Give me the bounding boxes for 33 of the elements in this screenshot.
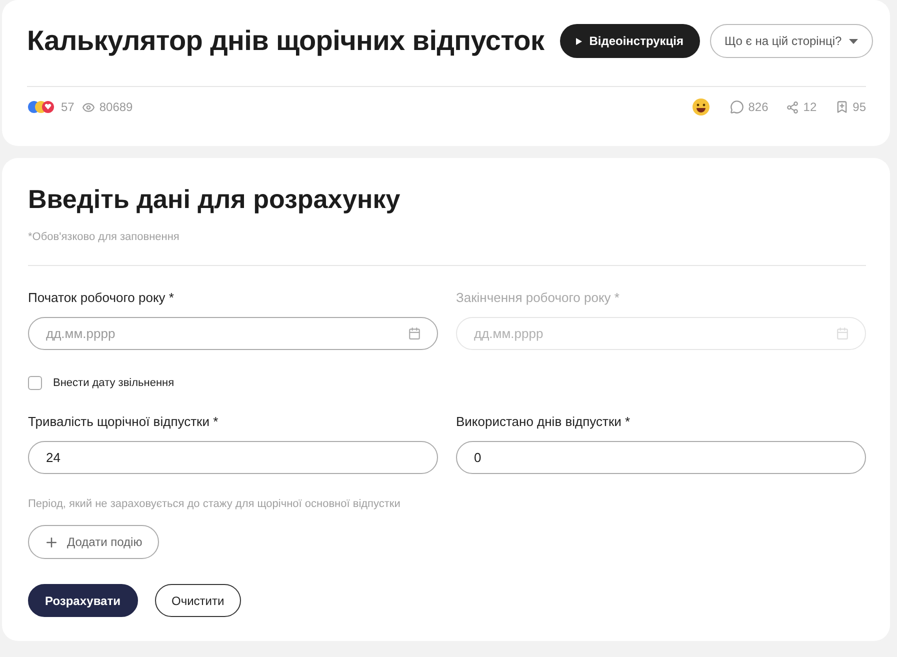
laughing-emoji-icon[interactable] <box>692 98 710 116</box>
page-title: Калькулятор днів щорічних відпусток <box>27 25 544 57</box>
caret-icon <box>848 38 858 44</box>
required-note: *Обов'язково для заповнення <box>28 231 180 243</box>
field-label: Закінчення робочого року * <box>456 290 620 305</box>
calendar-icon <box>408 327 421 340</box>
video-instruction-button[interactable]: Відеоінструкція <box>560 24 700 58</box>
bookmark-icon[interactable] <box>834 100 849 114</box>
play-icon <box>576 38 582 44</box>
calculate-button[interactable]: Розрахувати <box>28 584 138 617</box>
clear-button[interactable]: Очистити <box>154 584 242 617</box>
views-count: 80689 <box>99 100 133 114</box>
field-label: Початок робочого року * <box>28 290 175 305</box>
shares-count: 12 <box>803 100 817 114</box>
page-contents-button[interactable]: Що є на цій сторінці? <box>710 24 873 58</box>
reactions-icon <box>27 100 57 114</box>
bookmarks-count: 95 <box>852 100 866 114</box>
checkbox-label: Внести дату звільнення <box>53 377 174 389</box>
reactions-count: 57 <box>61 100 74 114</box>
comment-icon[interactable] <box>730 100 744 114</box>
share-icon[interactable] <box>786 100 800 114</box>
plus-icon <box>44 534 59 550</box>
number-field[interactable]: 0 <box>456 441 866 474</box>
field-label: Тривалість щорічної відпустки * <box>28 414 220 429</box>
calendar-icon <box>836 327 849 340</box>
number-field[interactable]: 24 <box>28 441 438 474</box>
period-note: Період, який не зараховується до стажу для щорічної основної відпустки <box>28 498 402 510</box>
field-label: Використано днів відпустки * <box>456 414 632 429</box>
checkbox[interactable] <box>28 376 42 390</box>
comments-count: 826 <box>748 100 768 114</box>
form-title: Введіть дані для розрахунку <box>28 184 402 215</box>
eye-icon <box>82 100 96 114</box>
add-event-button[interactable]: Додати подію <box>28 525 160 559</box>
